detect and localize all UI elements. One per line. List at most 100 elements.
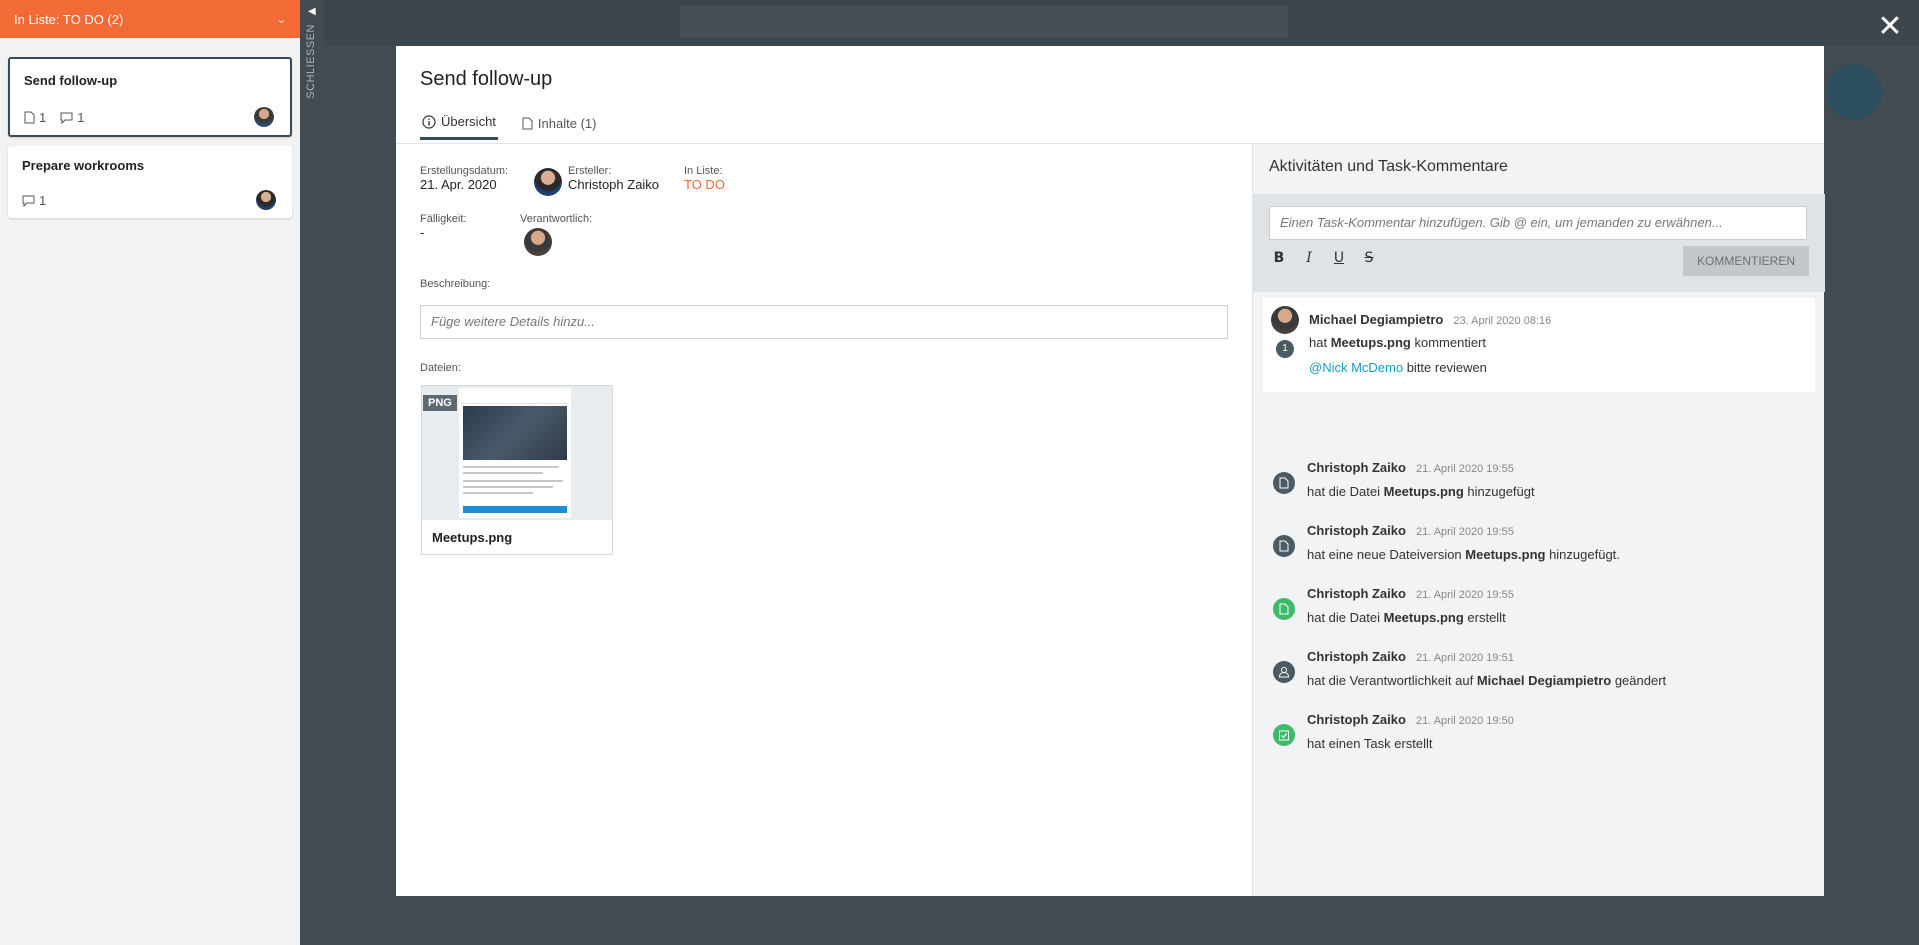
user-change-icon [1273, 661, 1295, 683]
comment-action: hat Meetups.png kommentiert [1309, 335, 1486, 350]
comment-count-badge: 1 [1276, 340, 1294, 358]
task-card-meta: 1 1 [24, 110, 84, 125]
document-created-icon [1273, 598, 1295, 620]
activity-link[interactable]: Michael Degiampietro [1477, 673, 1611, 688]
underline-button[interactable]: U [1331, 250, 1347, 266]
file-card[interactable]: PNG Meetups.png [421, 385, 613, 555]
preview-line [463, 486, 553, 488]
due-date-label: Fälligkeit: [420, 213, 467, 225]
task-card-send-follow-up[interactable]: Send follow-up 1 1 [8, 57, 292, 137]
strikethrough-button[interactable]: S [1361, 250, 1377, 266]
activity-item: Christoph Zaiko 21. April 2020 19:50 hat… [1253, 712, 1825, 762]
close-label: SCHLIESSEN [305, 24, 317, 99]
mention-link[interactable]: @Nick McDemo [1309, 360, 1403, 375]
list-selector[interactable]: In Liste: TO DO (2) ⌄ [0, 0, 300, 38]
activity-text-post: erstellt [1463, 610, 1506, 625]
files-label: Dateien: [420, 362, 461, 374]
activity-text: hat die Datei Meetups.png hinzugefügt [1307, 484, 1535, 499]
activity-time: 21. April 2020 19:55 [1415, 463, 1514, 475]
activity-author[interactable]: Christoph Zaiko [1307, 523, 1406, 538]
document-icon [1273, 472, 1295, 494]
due-date-value: - [420, 225, 425, 240]
due-date-field[interactable]: Fälligkeit: - [420, 213, 466, 240]
responsible-field: Verantwortlich: [520, 213, 592, 225]
activity-text-pre: hat die Datei [1307, 484, 1384, 499]
activity-panel: Aktivitäten und Task-Kommentare Einen Ta… [1252, 144, 1825, 896]
task-detail-modal: Send follow-up Übersicht Inhalte (1) Ers… [396, 46, 1825, 896]
tab-overview[interactable]: Übersicht [420, 108, 498, 140]
avatar [534, 168, 562, 196]
file-type-badge: PNG [423, 395, 457, 411]
file-count: 1 [39, 110, 47, 125]
bold-button[interactable]: B [1271, 250, 1287, 266]
comment-header: Michael Degiampietro 23. April 2020 08:1… [1309, 312, 1551, 327]
responsible-label: Verantwortlich: [520, 213, 593, 225]
comment-file-link[interactable]: Meetups.png [1331, 335, 1411, 350]
activity-text-pre: hat eine neue Dateiversion [1307, 547, 1466, 562]
activity-title: Aktivitäten und Task-Kommentare [1269, 158, 1508, 175]
comment-entry: 1 Michael Degiampietro 23. April 2020 08… [1263, 298, 1815, 392]
italic-button[interactable]: I [1301, 250, 1317, 266]
tab-bar: Übersicht Inhalte (1) [420, 108, 598, 140]
avatar[interactable] [524, 228, 552, 256]
activity-header: Christoph Zaiko 21. April 2020 19:51 [1307, 649, 1514, 664]
chevron-down-icon: ⌄ [276, 13, 286, 26]
activity-header: Christoph Zaiko 21. April 2020 19:55 [1307, 460, 1514, 475]
description-input[interactable]: Füge weitere Details hinzu... [420, 305, 1228, 339]
task-card-meta: 1 [22, 193, 46, 208]
preview-line [463, 466, 559, 468]
task-card-title: Send follow-up [24, 73, 118, 88]
preview-line [463, 480, 563, 482]
activity-author[interactable]: Christoph Zaiko [1307, 712, 1406, 727]
activity-text-post: hinzugefügt [1463, 484, 1535, 499]
task-card-prepare-workrooms[interactable]: Prepare workrooms 1 [8, 146, 292, 218]
activity-link[interactable]: Meetups.png [1384, 610, 1464, 625]
task-card-title: Prepare workrooms [22, 158, 145, 173]
comment-composer: Einen Task-Kommentar hinzufügen. Gib @ e… [1253, 194, 1825, 292]
creation-date-field: Erstellungsdatum: 21. Apr. 2020 [420, 165, 508, 192]
comment-body: @Nick McDemo bitte reviewen [1309, 360, 1487, 375]
in-list-value[interactable]: TO DO [684, 177, 725, 192]
file-thumbnail: PNG [422, 386, 612, 520]
background-search-bar [680, 6, 1288, 38]
info-icon [422, 114, 436, 129]
format-toolbar: B I U S [1271, 250, 1377, 266]
activity-time: 21. April 2020 19:55 [1415, 589, 1514, 601]
activity-link[interactable]: Meetups.png [1384, 484, 1464, 499]
close-icon[interactable]: ✕ [1875, 12, 1905, 42]
preview-line [463, 492, 533, 494]
activity-text: hat die Verantwortlichkeit auf Michael D… [1307, 673, 1666, 688]
comment-action-post: kommentiert [1410, 335, 1486, 350]
task-list-panel: In Liste: TO DO (2) ⌄ Send follow-up 1 1… [0, 0, 300, 945]
comment-action-pre: hat [1309, 335, 1331, 350]
comment-author[interactable]: Michael Degiampietro [1309, 312, 1443, 327]
activity-text-post: hinzugefügt. [1545, 547, 1620, 562]
submit-comment-button[interactable]: KOMMENTIEREN [1683, 246, 1809, 276]
activity-author[interactable]: Christoph Zaiko [1307, 649, 1406, 664]
activity-author[interactable]: Christoph Zaiko [1307, 460, 1406, 475]
list-selector-label: In Liste: TO DO (2) [14, 11, 124, 27]
tab-contents[interactable]: Inhalte (1) [520, 108, 599, 140]
document-icon [522, 117, 533, 129]
file-name: Meetups.png [432, 530, 513, 545]
tab-label: Inhalte (1) [537, 115, 597, 131]
activity-item: Christoph Zaiko 21. April 2020 19:55 hat… [1253, 523, 1825, 573]
activity-link[interactable]: Meetups.png [1465, 547, 1545, 562]
activity-time: 21. April 2020 19:50 [1415, 715, 1514, 727]
comment-input[interactable]: Einen Task-Kommentar hinzufügen. Gib @ e… [1269, 206, 1807, 240]
in-list-field: In Liste: TO DO [684, 165, 725, 192]
task-created-icon [1273, 724, 1295, 746]
close-panel-strip[interactable]: ◀ SCHLIESSEN [300, 0, 324, 945]
avatar [254, 107, 274, 127]
page-title: Send follow-up [420, 68, 553, 90]
preview-line [463, 472, 543, 474]
comment-count: 1 [77, 110, 85, 125]
preview-image [463, 406, 567, 460]
tab-label: Übersicht [441, 114, 496, 129]
file-preview-page [459, 388, 571, 518]
activity-text-pre: hat die Verantwortlichkeit auf [1307, 673, 1477, 688]
activity-header: Christoph Zaiko 21. April 2020 19:55 [1307, 586, 1514, 601]
activity-author[interactable]: Christoph Zaiko [1307, 586, 1406, 601]
creator-value: Christoph Zaiko [568, 177, 660, 192]
activity-item: Christoph Zaiko 21. April 2020 19:51 hat… [1253, 649, 1825, 699]
